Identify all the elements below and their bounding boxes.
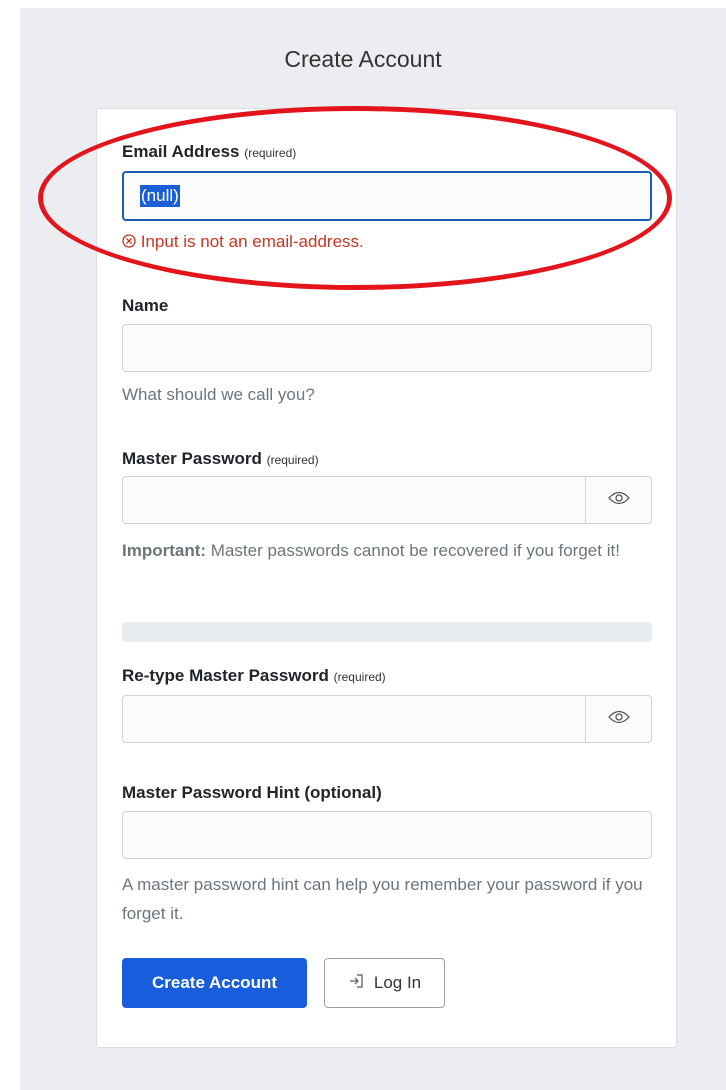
email-field-value[interactable]: (null) (140, 185, 180, 207)
email-field[interactable]: (null) (122, 171, 652, 221)
required-marker: (required) (333, 670, 386, 684)
master-password-label: Master Password (required) (122, 449, 319, 469)
email-label: Email Address (required) (122, 142, 296, 162)
master-password-help-text: Master passwords cannot be recovered if … (206, 541, 620, 560)
name-label: Name (122, 296, 169, 315)
email-label-text: Email Address (122, 142, 240, 161)
hint-help: A master password hint can help you reme… (122, 875, 643, 923)
master-password-help: Important: Master passwords cannot be re… (122, 536, 652, 565)
toggle-retype-visibility-button[interactable] (585, 696, 651, 742)
email-error-text: Input is not an email-address. (140, 232, 364, 251)
eye-icon (607, 491, 630, 510)
error-circle-icon (122, 232, 141, 251)
hint-label: Master Password Hint (optional) (122, 783, 382, 802)
sign-in-icon (348, 973, 364, 994)
retype-password-label: Re-type Master Password (required) (122, 666, 386, 686)
eye-icon (607, 710, 630, 729)
name-field[interactable] (122, 324, 652, 372)
name-help: What should we call you? (122, 385, 315, 404)
password-strength-meter (122, 622, 652, 642)
create-account-button[interactable]: Create Account (122, 958, 307, 1008)
hint-input[interactable] (123, 812, 651, 858)
master-password-label-text: Master Password (122, 449, 262, 468)
log-in-label: Log In (373, 973, 422, 992)
page-title: Create Account (284, 46, 442, 72)
retype-password-field[interactable] (122, 695, 652, 743)
hint-field[interactable] (122, 811, 652, 859)
retype-password-input[interactable] (123, 696, 587, 742)
master-password-input[interactable] (123, 477, 587, 523)
retype-password-label-text: Re-type Master Password (122, 666, 329, 685)
required-marker: (required) (244, 146, 297, 160)
toggle-password-visibility-button[interactable] (585, 477, 651, 523)
required-marker: (required) (266, 453, 319, 467)
name-input[interactable] (123, 325, 651, 371)
master-password-field[interactable] (122, 476, 652, 524)
master-password-help-bold: Important: (122, 541, 207, 560)
email-error-message: Input is not an email-address. (122, 232, 364, 252)
log-in-button[interactable]: Log In (324, 958, 445, 1008)
